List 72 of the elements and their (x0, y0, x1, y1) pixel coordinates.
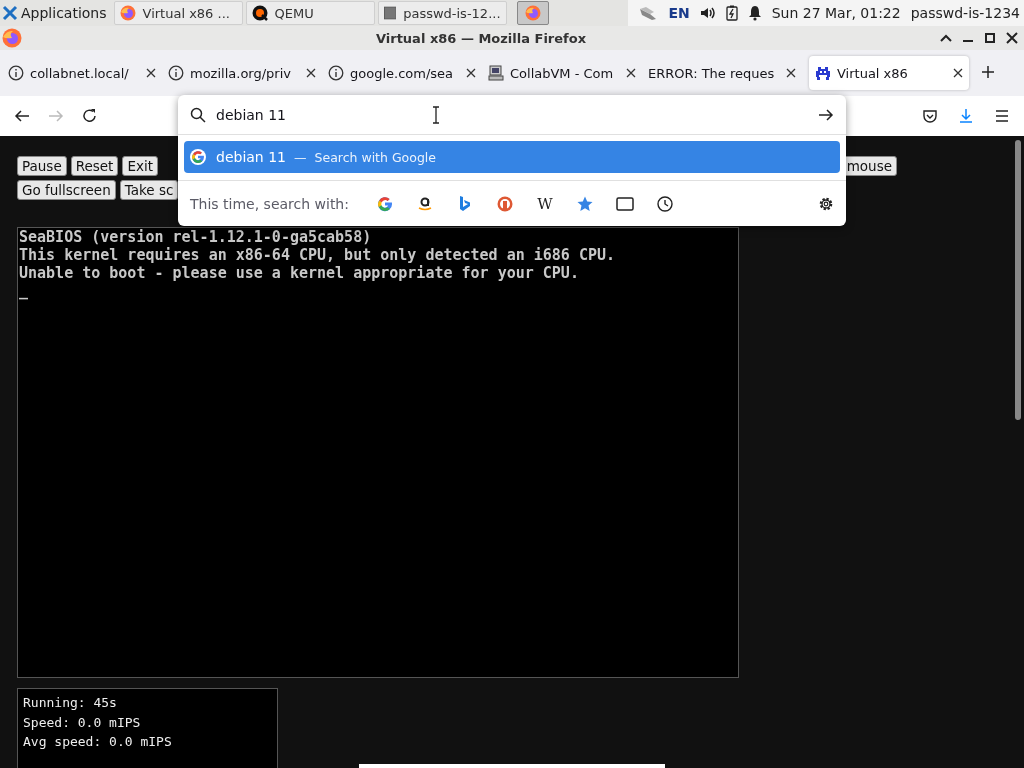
wikipedia-icon[interactable]: W (537, 195, 553, 213)
emulator-button[interactable]: Go fullscreen (17, 180, 116, 200)
terminal-icon (383, 6, 397, 20)
keyboard-layout[interactable]: EN (668, 5, 690, 21)
close-icon[interactable] (1006, 32, 1018, 44)
invader-icon (815, 65, 831, 81)
browser-tab[interactable]: google.com/sea (322, 56, 482, 90)
console-line: This kernel requires an x86-64 CPU, but only detected an i686 CPU. (19, 246, 617, 264)
download-icon[interactable] (958, 108, 974, 124)
battery-icon[interactable] (725, 5, 738, 21)
clock[interactable]: Sun 27 Mar, 01:22 (771, 5, 901, 21)
user-name[interactable]: passwd-is-1234 (910, 5, 1020, 21)
close-icon[interactable] (953, 68, 963, 78)
emulator-button[interactable]: Exit (122, 156, 158, 176)
settings-icon[interactable] (818, 196, 834, 212)
back-icon[interactable] (14, 108, 30, 124)
console-line: Unable to boot - please use a kernel appropriate for your CPU. (19, 264, 580, 282)
console-line: SeaBIOS (version rel-1.12.1-0-ga5cab58) (19, 228, 373, 246)
close-icon[interactable] (466, 68, 476, 78)
duckduckgo-icon[interactable] (496, 196, 513, 212)
firefox-icon (2, 28, 22, 48)
qemu-icon (251, 5, 268, 21)
x-logo-icon (2, 5, 18, 21)
restore-icon[interactable] (984, 32, 996, 44)
browser-tab[interactable]: CollabVM - Com (482, 56, 642, 90)
browser-tab[interactable]: mozilla.org/priv (162, 56, 322, 90)
taskbar-button[interactable]: Virtual x86 ... (113, 1, 243, 25)
emulator-button[interactable]: Reset (70, 156, 119, 176)
taskbar-button[interactable] (516, 1, 549, 25)
scrollbar[interactable] (1015, 140, 1021, 420)
firefox-icon (524, 5, 541, 21)
emulator-button[interactable]: Pause (17, 156, 67, 176)
star-icon[interactable] (576, 196, 593, 212)
console-line: _ (19, 282, 30, 300)
new-tab-icon[interactable] (981, 64, 995, 79)
maximize-up-icon[interactable] (940, 33, 952, 43)
google-icon (190, 149, 206, 165)
info-icon (168, 65, 184, 81)
amazon-icon[interactable] (416, 196, 433, 212)
close-icon[interactable] (626, 68, 636, 78)
info-icon (8, 65, 24, 81)
taskbar-button[interactable]: QEMU (245, 1, 375, 25)
search-icon (190, 106, 206, 123)
computer-icon (488, 65, 504, 81)
search-suggestion[interactable]: debian 11 — Search with Google (184, 141, 840, 173)
menu-icon[interactable] (994, 108, 1010, 124)
bell-icon[interactable] (747, 5, 762, 21)
bing-icon[interactable] (458, 196, 471, 212)
stats-line: Running: 45s (23, 694, 118, 712)
go-arrow-icon[interactable] (818, 106, 834, 123)
emulator-button[interactable]: Take sc (119, 180, 179, 200)
reload-icon[interactable] (82, 108, 98, 124)
close-icon[interactable] (306, 68, 316, 78)
window-title: Virtual x86 — Mozilla Firefox (374, 30, 588, 46)
browser-tab[interactable]: collabnet.local/ (2, 56, 162, 90)
clock-icon[interactable] (656, 196, 673, 212)
browser-tab[interactable]: Virtual x86 (809, 56, 969, 90)
search-with-label: This time, search with: (190, 196, 349, 212)
taskbar-button[interactable]: passwd-is-12... (377, 1, 507, 25)
text-cursor-icon (432, 106, 440, 124)
stats-line: Speed: 0.0 mIPS (23, 713, 142, 732)
applications-menu[interactable]: Applications (21, 5, 107, 21)
browser-tab[interactable]: ERROR: The reques (642, 56, 802, 90)
stats-line: Avg speed: 0.0 mIPS (23, 733, 173, 751)
volume-icon[interactable] (699, 5, 716, 21)
google-icon[interactable] (376, 196, 393, 212)
tab-icon[interactable] (615, 197, 634, 211)
firefox-icon (119, 5, 136, 21)
info-icon (328, 65, 344, 81)
close-icon[interactable] (146, 68, 156, 78)
close-icon[interactable] (786, 68, 796, 78)
pocket-icon[interactable] (922, 108, 938, 124)
